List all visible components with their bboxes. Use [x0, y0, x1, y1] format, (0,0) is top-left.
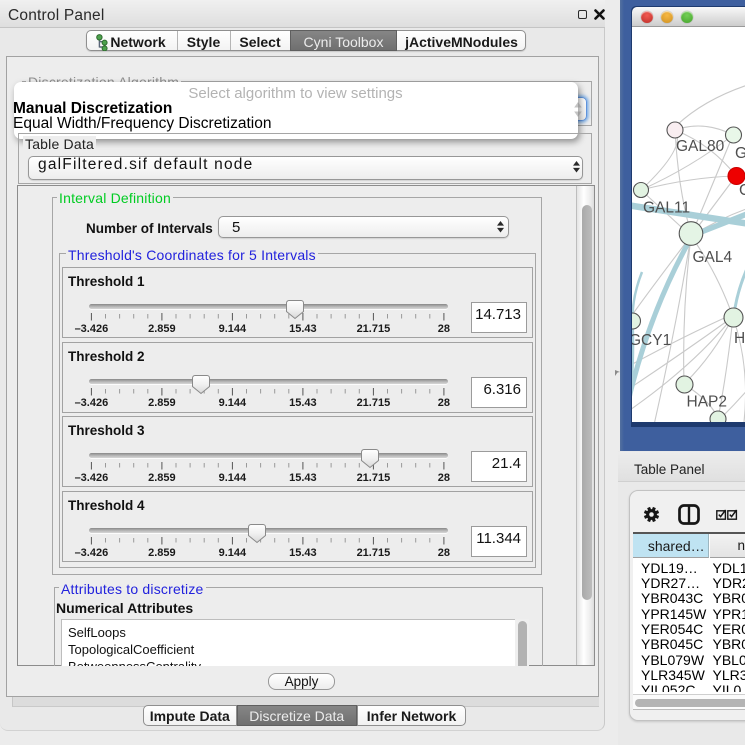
- svg-text:GCY1: GCY1: [632, 332, 671, 349]
- svg-text:GAL80: GAL80: [676, 138, 725, 155]
- svg-text:C: C: [739, 182, 745, 199]
- svg-text:GAL4: GAL4: [693, 249, 733, 266]
- svg-text:H: H: [734, 330, 745, 347]
- svg-text:GAL11: GAL11: [643, 200, 690, 217]
- svg-text:GA: GA: [735, 145, 745, 162]
- svg-text:HAP2: HAP2: [687, 394, 728, 411]
